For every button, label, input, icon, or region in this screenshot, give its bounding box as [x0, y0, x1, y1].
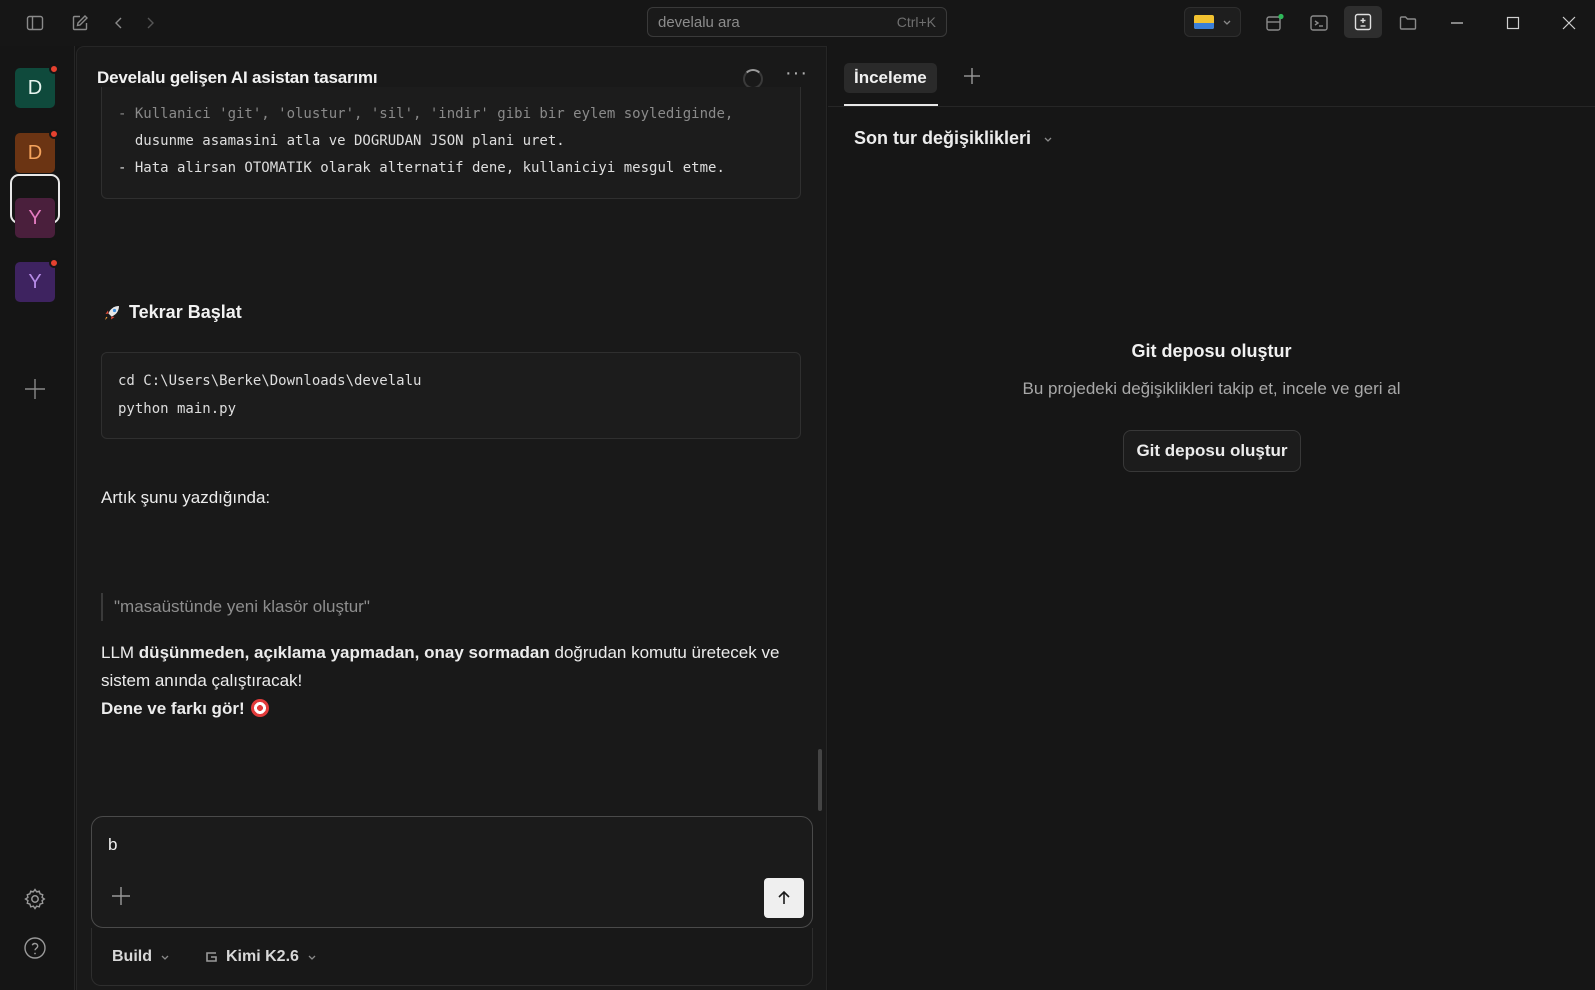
search-input[interactable]: develalu ara Ctrl+K: [647, 7, 947, 37]
sidebar-toggle-icon[interactable]: [24, 12, 46, 34]
code-block-rules: - Kullanici 'git', 'olustur', 'sil', 'in…: [101, 87, 801, 199]
notification-dot: [49, 64, 59, 74]
chevron-down-icon: [308, 955, 316, 960]
project-avatar-3[interactable]: Y: [15, 198, 55, 238]
model-label: Kimi K2.6: [226, 948, 299, 965]
code-line: python main.py: [118, 401, 237, 417]
help-icon[interactable]: [23, 936, 47, 960]
target-icon: [250, 699, 269, 717]
add-tab-icon[interactable]: [962, 62, 982, 93]
review-panel: İnceleme Son tur değişiklikleri Git depo…: [828, 46, 1595, 990]
composer-toolbar: Build Kimi K2.6: [91, 928, 813, 986]
more-options-icon[interactable]: ···: [785, 62, 808, 85]
tab-review[interactable]: İnceleme: [844, 63, 937, 93]
add-project-icon[interactable]: [23, 377, 47, 401]
review-panel-toggle[interactable]: [1344, 6, 1382, 38]
paragraph-text: sistem anında çalıştıracak!: [101, 671, 303, 690]
closing-text: Dene ve farkı gör!: [101, 699, 245, 718]
message-input-text: b: [108, 835, 118, 854]
attach-icon[interactable]: [110, 885, 132, 910]
rocket-icon: [103, 304, 121, 322]
back-icon[interactable]: [108, 12, 130, 34]
code-line: cd C:\Users\Berke\Downloads\develalu: [118, 373, 422, 389]
chevron-down-icon: [1223, 20, 1230, 25]
dropdown-label: Son tur değişiklikleri: [854, 128, 1032, 148]
search-placeholder: develalu ara: [658, 13, 740, 31]
chat-panel: Develalu gelişen AI asistan tasarımı ···…: [76, 46, 827, 990]
code-line: - Hata alirsan OTOMATIK olarak alternati…: [118, 160, 725, 176]
new-chat-icon[interactable]: [69, 12, 91, 34]
send-button[interactable]: [764, 878, 804, 918]
title-bar: develalu ara Ctrl+K: [0, 0, 1595, 46]
divider: [828, 106, 1595, 107]
section-heading-text: Tekrar Başlat: [129, 302, 242, 322]
maximize-button[interactable]: [1500, 10, 1526, 36]
blockquote: "masaüstünde yeni klasör oluştur": [101, 593, 370, 621]
chevron-down-icon: [1044, 137, 1052, 142]
closing-line: Dene ve farkı gör!: [101, 695, 269, 723]
paragraph-text: doğrudan komutu üretecek ve: [549, 643, 780, 662]
status-panel-icon[interactable]: [1264, 12, 1286, 34]
code-line: dusunme asamasini atla ve DOGRUDAN JSON …: [118, 133, 565, 149]
project-letter: D: [27, 76, 43, 99]
section-heading: Tekrar Başlat: [103, 302, 242, 323]
chevron-down-icon: [161, 955, 169, 960]
model-logo-icon: [206, 952, 217, 962]
paragraph: Artık şunu yazdığında:: [101, 488, 271, 507]
message-input[interactable]: b: [91, 816, 813, 928]
forward-icon[interactable]: [139, 12, 161, 34]
paragraph-text: LLM: [101, 643, 139, 662]
code-block-restart: cd C:\Users\Berke\Downloads\develalu pyt…: [101, 352, 801, 439]
project-avatar-2[interactable]: D: [15, 129, 59, 173]
loading-spinner-icon: [743, 69, 763, 89]
project-avatar-4[interactable]: Y: [15, 258, 59, 302]
arrow-up-icon: [778, 890, 790, 904]
create-git-repo-button[interactable]: Git deposu oluştur: [1123, 430, 1301, 472]
notification-dot: [49, 258, 59, 268]
search-shortcut: Ctrl+K: [896, 14, 936, 30]
folder-icon: [1193, 15, 1214, 29]
scrollbar[interactable]: [818, 749, 822, 811]
model-selector[interactable]: Kimi K2.6: [204, 948, 317, 966]
terminal-icon[interactable]: [1308, 12, 1330, 34]
open-folder-button[interactable]: [1184, 7, 1241, 37]
code-line: - Kullanici 'git', 'olustur', 'sil', 'in…: [118, 106, 734, 122]
project-letter: Y: [28, 206, 42, 229]
project-letter: Y: [28, 270, 42, 293]
files-icon[interactable]: [1397, 12, 1419, 34]
chat-title: Develalu gelişen AI asistan tasarımı: [97, 68, 378, 87]
project-letter: D: [27, 141, 43, 164]
mode-selector[interactable]: Build: [112, 948, 170, 966]
mode-label: Build: [112, 948, 152, 965]
minimize-button[interactable]: [1444, 10, 1470, 36]
paragraph-bold: düşünmeden, açıklama yapmadan, onay sorm…: [138, 643, 550, 662]
diff-icon: [1354, 13, 1372, 31]
empty-state-title: Git deposu oluştur: [1131, 341, 1292, 361]
project-avatar-1[interactable]: D: [15, 64, 59, 108]
settings-icon[interactable]: [23, 887, 47, 911]
close-button[interactable]: [1556, 10, 1582, 36]
notification-dot: [49, 129, 59, 139]
paragraph: LLM düşünmeden, açıklama yapmadan, onay …: [101, 639, 801, 695]
empty-state-description: Bu projedeki değişiklikleri takip et, in…: [1022, 379, 1401, 398]
project-rail: D D Y Y: [0, 46, 75, 990]
changes-scope-dropdown[interactable]: Son tur değişiklikleri: [854, 128, 1053, 149]
